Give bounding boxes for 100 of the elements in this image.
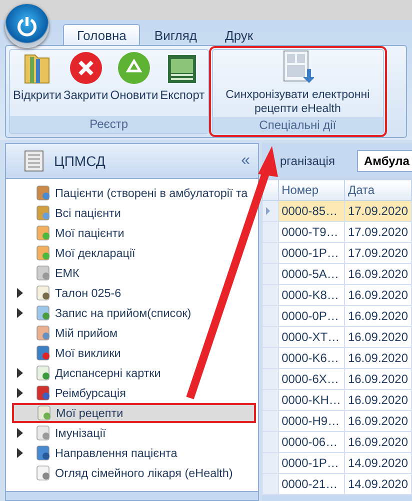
spreadsheet-icon: [166, 53, 198, 85]
tree-item-label: Мої декларації: [55, 246, 136, 260]
item-icon: [35, 245, 51, 261]
item-icon: [35, 345, 51, 361]
table-cell: 16.09.2020: [344, 306, 412, 326]
ribbon-button[interactable]: Закрити: [62, 52, 110, 116]
panel-splitter[interactable]: [6, 491, 258, 500]
table-cell: 0000-21…: [278, 474, 344, 494]
tree-item-label: Запис на прийом(список): [55, 306, 192, 320]
tree-item-label: Направлення пацієнта: [55, 446, 178, 460]
group-label: Спеціальні дії: [212, 117, 383, 134]
row-selector[interactable]: [262, 410, 278, 432]
tree-item[interactable]: Мої виклики: [12, 343, 256, 363]
tree-item-label: Мої виклики: [55, 346, 121, 360]
table-cell: 16.09.2020: [344, 326, 412, 348]
tree-item-label: Диспансерні картки: [55, 366, 161, 380]
table-cell: 0000-XT…: [278, 326, 344, 348]
ribbon-button[interactable]: Експорт: [159, 52, 206, 116]
tree-item-label: Пацієнти (створені в амбулаторії та: [55, 186, 248, 200]
tree-item[interactable]: Мої декларації: [12, 243, 256, 263]
ribbon-tab[interactable]: Друк: [211, 24, 268, 45]
table-cell: 16.09.2020: [344, 432, 412, 452]
power-icon: [16, 15, 38, 37]
table-cell: 0000-0P…: [278, 306, 344, 326]
item-icon: [35, 225, 51, 241]
collapse-button[interactable]: «: [241, 152, 250, 170]
tree-item[interactable]: Всі пацієнти: [12, 203, 256, 223]
item-icon: [35, 385, 51, 401]
table-cell: 16.09.2020: [344, 368, 412, 390]
item-icon: [35, 305, 51, 321]
table-cell: 17.09.2020: [344, 242, 412, 264]
table-cell: 16.09.2020: [344, 348, 412, 368]
ribbon-tab[interactable]: Вигляд: [140, 24, 212, 45]
table-cell: 0000-KH…: [278, 390, 344, 410]
tree-item[interactable]: ЕМК: [12, 263, 256, 283]
row-selector[interactable]: [262, 348, 278, 368]
table-cell: 16.09.2020: [344, 264, 412, 284]
sync-document-icon: [282, 49, 314, 85]
ribbon-button[interactable]: Оновити: [109, 52, 160, 116]
table-cell: 0000-T9…: [278, 222, 344, 242]
row-selector[interactable]: [262, 284, 278, 306]
app-menu-button[interactable]: [5, 4, 49, 48]
table-cell: 0000-1P…: [278, 452, 344, 474]
row-selector[interactable]: [262, 200, 278, 222]
tree-item-label: ЕМК: [55, 266, 80, 280]
tree-item-label: Всі пацієнти: [55, 206, 121, 220]
row-selector[interactable]: [262, 242, 278, 264]
item-icon: [35, 465, 51, 481]
table-cell: 14.09.2020: [344, 452, 412, 474]
row-selector[interactable]: [262, 222, 278, 242]
organization-combobox[interactable]: Амбула: [356, 150, 412, 172]
row-pointer-icon: [266, 207, 270, 215]
ribbon-button[interactable]: Синхронізувати електронні рецепти eHealth: [214, 52, 381, 117]
tree-item[interactable]: Направлення пацієнта: [12, 443, 256, 463]
table-cell: 16.09.2020: [344, 390, 412, 410]
tree-item[interactable]: Пацієнти (створені в амбулаторії та: [12, 183, 256, 203]
tree-item[interactable]: Мій прийом: [12, 323, 256, 343]
tree-item[interactable]: Мої рецепти: [12, 403, 256, 423]
table-cell: 17.09.2020: [344, 200, 412, 222]
row-selector[interactable]: [262, 368, 278, 390]
row-selector[interactable]: [262, 306, 278, 326]
item-icon: [35, 445, 51, 461]
document-icon: [24, 150, 44, 172]
table-cell: 0000-H9…: [278, 410, 344, 432]
row-selector[interactable]: [262, 390, 278, 410]
tree-item-label: Талон 025-6: [55, 286, 122, 300]
tree-item-label: Мої рецепти: [56, 406, 124, 420]
table-cell: 0000-6X…: [278, 368, 344, 390]
column-header[interactable]: Дата: [344, 180, 412, 200]
table-cell: 0000-K6…: [278, 348, 344, 368]
item-icon: [35, 365, 51, 381]
row-selector[interactable]: [262, 264, 278, 284]
row-selector[interactable]: [262, 474, 278, 494]
table-cell: 16.09.2020: [344, 284, 412, 306]
row-selector[interactable]: [262, 432, 278, 452]
table-cell: 0000-5A…: [278, 264, 344, 284]
row-selector[interactable]: [262, 326, 278, 348]
item-icon: [35, 185, 51, 201]
ribbon-button[interactable]: Відкрити: [12, 52, 62, 116]
tree-item-label: Мій прийом: [55, 326, 118, 340]
table-cell: 0000-85…: [278, 200, 344, 222]
filter-label: рганізація: [280, 154, 335, 168]
tree-item[interactable]: Реімбурсація: [12, 383, 256, 403]
tree-item[interactable]: Диспансерні картки: [12, 363, 256, 383]
item-icon: [36, 405, 52, 421]
tree-item[interactable]: Запис на прийом(список): [12, 303, 256, 323]
tree-item-label: Реімбурсація: [55, 386, 126, 400]
tree-item[interactable]: Імунізації: [12, 423, 256, 443]
table-cell: 16.09.2020: [344, 410, 412, 432]
tree-item[interactable]: Мої пацієнти: [12, 223, 256, 243]
row-selector[interactable]: [262, 452, 278, 474]
close-icon: [68, 51, 103, 85]
column-header[interactable]: Номер: [278, 180, 344, 200]
ribbon-tab[interactable]: Головна: [63, 24, 140, 45]
item-icon: [35, 265, 51, 281]
table-cell: 0000-K8…: [278, 284, 344, 306]
tree-item[interactable]: Талон 025-6: [12, 283, 256, 303]
tree-item-label: Огляд сімейного лікаря (eHealth): [55, 466, 233, 480]
tree-item[interactable]: Огляд сімейного лікаря (eHealth): [12, 463, 256, 483]
tree-item-label: Імунізації: [55, 426, 106, 440]
